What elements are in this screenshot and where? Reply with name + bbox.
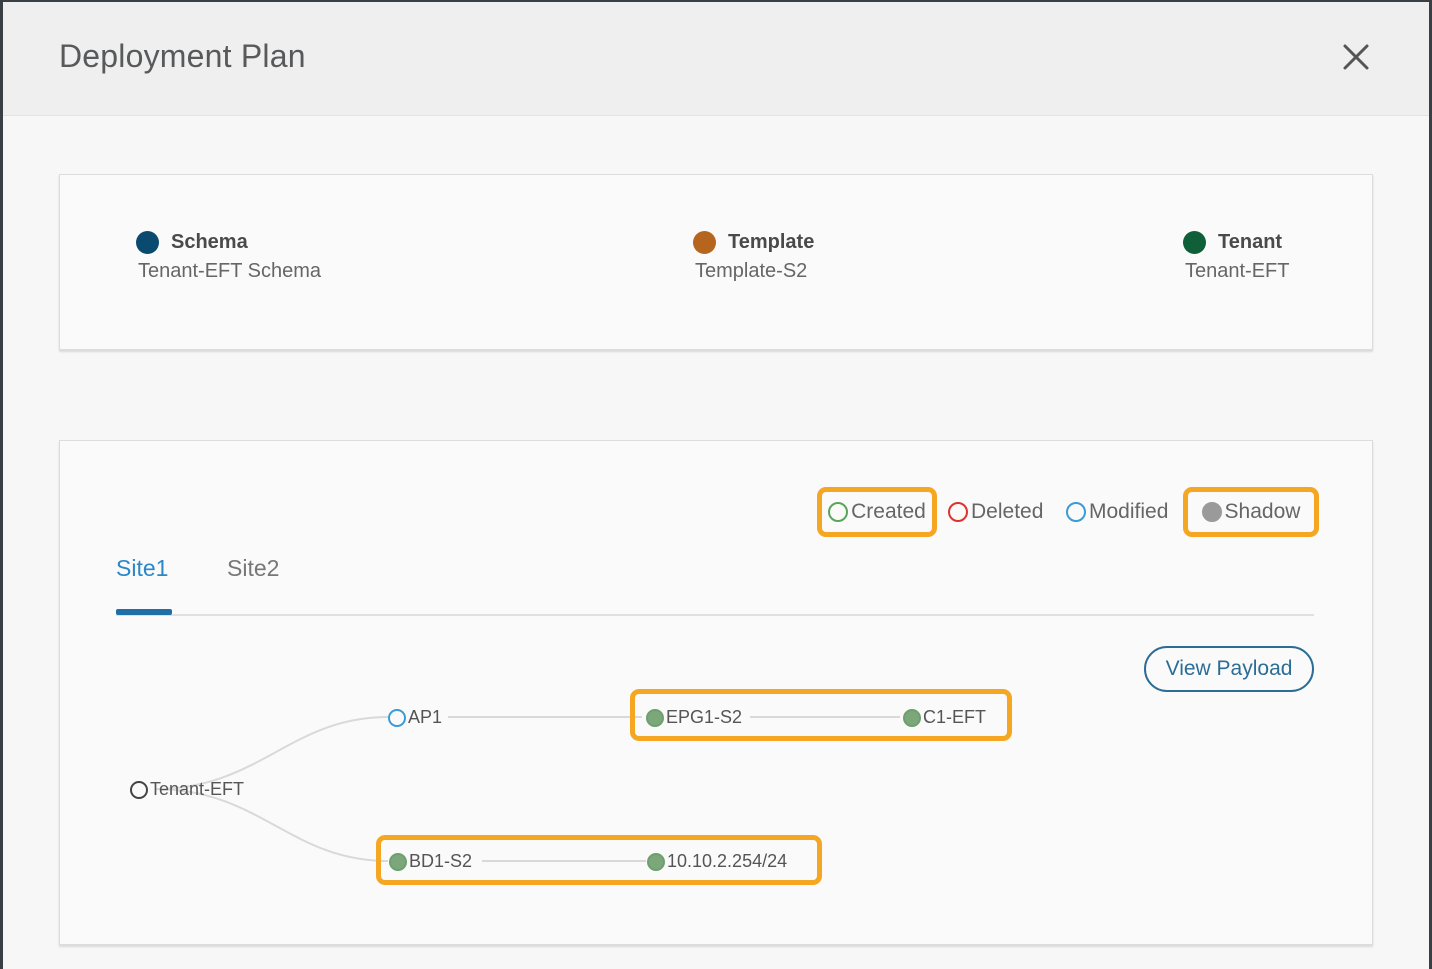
node-ap1-label: AP1 [408,707,443,727]
bd-node-icon [389,852,407,871]
tenant-label: Tenant [1218,231,1283,253]
template-value: Template-S2 [695,260,808,282]
modal-header: Deployment Plan [3,2,1429,116]
deployment-plan-modal: Deployment Plan Schema Tenant-EFT Schema… [3,2,1429,969]
modal-title: Deployment Plan [59,38,306,74]
node-contract-label: C1-EFT [923,707,986,727]
tenant-info: Tenant Tenant-EFT [1183,231,1289,283]
node-bd-label: BD1-S2 [409,851,473,871]
deployment-info-card: Schema Tenant-EFT Schema Template Templa… [59,174,1373,350]
template-info: Template Template-S2 [693,231,814,283]
node-contract[interactable]: C1-EFT [903,707,986,728]
schema-label: Schema [171,231,248,253]
close-icon[interactable] [1337,38,1375,76]
tenant-icon [1183,231,1206,254]
ap1-node-icon [388,708,406,727]
schema-info: Schema Tenant-EFT Schema [136,231,321,283]
node-subnet[interactable]: 10.10.2.254/24 [647,851,787,872]
schema-value: Tenant-EFT Schema [138,260,322,282]
node-tenant[interactable]: Tenant-EFT [130,779,244,800]
node-bd[interactable]: BD1-S2 [389,851,472,872]
node-tenant-label: Tenant-EFT [150,779,245,799]
contract-node-icon [903,708,921,727]
template-label: Template [728,231,815,253]
node-ap1[interactable]: AP1 [388,707,442,728]
node-epg-label: EPG1-S2 [666,707,743,727]
deployment-plan-card: Created Deleted Modified Shadow Site1 Si… [59,440,1373,945]
epg-node-icon [646,708,664,727]
node-epg[interactable]: EPG1-S2 [646,707,742,728]
template-icon [693,231,716,254]
schema-icon [136,231,159,254]
tenant-value: Tenant-EFT [1185,260,1290,282]
tenant-node-icon [130,780,148,799]
node-subnet-label: 10.10.2.254/24 [667,851,788,871]
subnet-node-icon [647,852,665,871]
